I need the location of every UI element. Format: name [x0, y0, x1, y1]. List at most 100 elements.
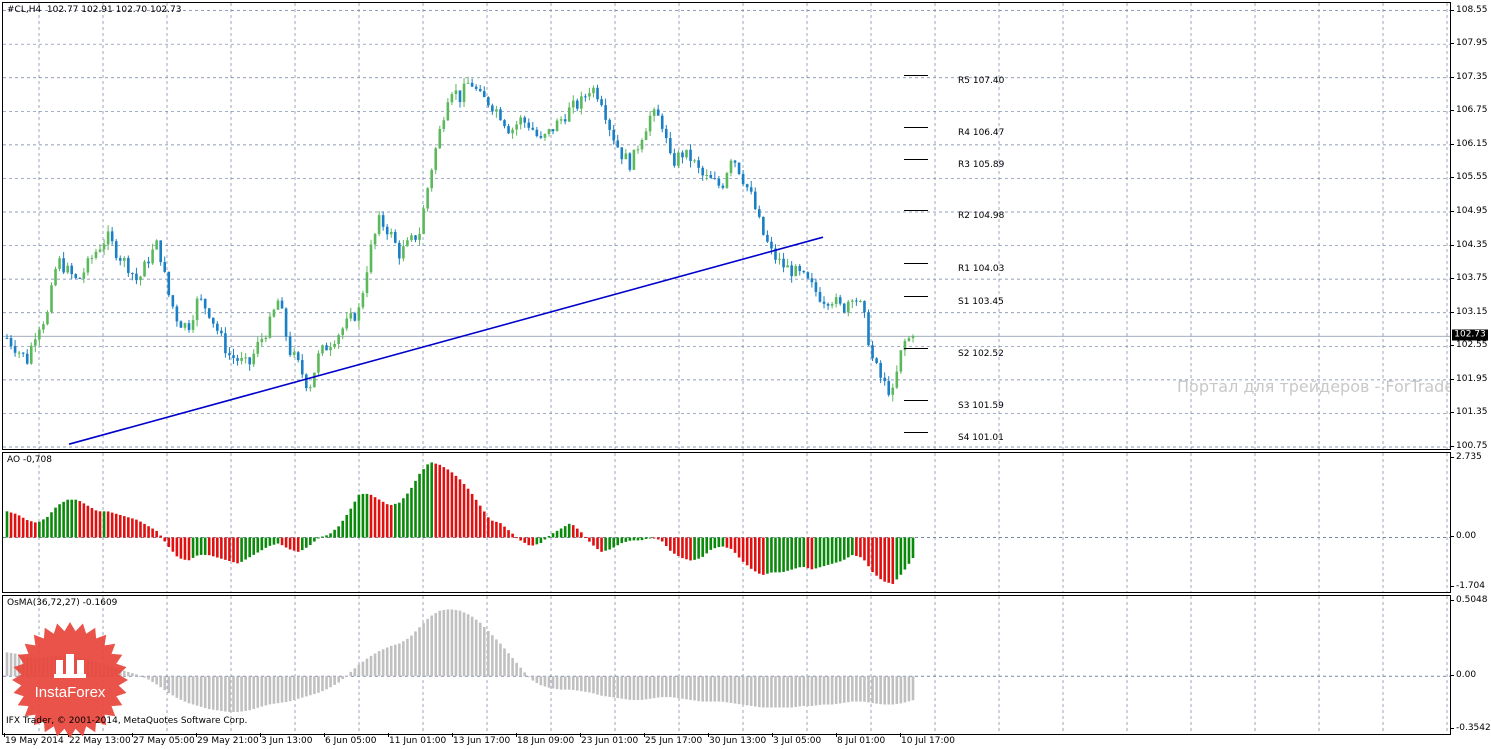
candle-body — [151, 249, 154, 264]
axis-tick — [1450, 536, 1454, 538]
candle-body — [329, 347, 332, 351]
pivot-line — [904, 347, 928, 349]
histogram-bar — [535, 537, 539, 545]
candle-body — [474, 86, 478, 89]
pivot-line — [904, 432, 928, 434]
pivot-line — [904, 263, 928, 265]
candle-body — [855, 300, 858, 302]
histogram-bar — [863, 537, 866, 561]
candle-body — [547, 129, 551, 134]
candle-body — [871, 345, 874, 359]
candle-body — [458, 90, 462, 102]
histogram-bar — [535, 676, 539, 683]
histogram-bar — [175, 676, 179, 698]
candle-body — [110, 231, 114, 242]
histogram-bar — [733, 537, 737, 553]
candle-body — [163, 262, 167, 272]
candle-body — [851, 300, 854, 302]
osma-indicator-panel[interactable]: OsMA(36,72,27) -0.1609 — [2, 595, 1451, 735]
candle-body — [487, 97, 490, 106]
histogram-bar — [685, 537, 688, 560]
histogram-bar — [762, 537, 765, 575]
histogram-bar — [260, 537, 264, 551]
histogram-bar — [446, 609, 450, 677]
axis-tick-label: 104.35 — [1456, 239, 1488, 250]
axis-tick — [1450, 177, 1454, 179]
candle-body — [284, 308, 288, 337]
histogram-bar — [834, 676, 838, 704]
axis-tick-label: -1.704 — [1456, 581, 1486, 591]
candle-body — [122, 257, 126, 261]
histogram-bar — [337, 526, 340, 538]
candle-body — [669, 138, 672, 154]
histogram-bar — [296, 676, 300, 699]
histogram-bar — [381, 649, 385, 677]
candle-body — [21, 352, 25, 354]
histogram-bar — [361, 493, 365, 538]
histogram-bar — [300, 537, 304, 551]
histogram-bar — [705, 537, 709, 554]
histogram-bar — [232, 676, 235, 712]
histogram-bar — [90, 508, 94, 538]
histogram-bar — [191, 537, 195, 558]
candle-body — [54, 268, 57, 286]
histogram-bar — [745, 676, 749, 706]
time-tick-label: 29 May 21:00 — [197, 736, 259, 746]
candle-body — [454, 90, 458, 95]
histogram-bar — [122, 516, 126, 538]
histogram-bar — [818, 676, 822, 705]
histogram-bar — [697, 676, 700, 702]
histogram-bar — [555, 530, 559, 538]
candle-body — [511, 129, 514, 134]
histogram-bar — [252, 676, 256, 709]
candle-body — [620, 147, 624, 160]
histogram-bar — [268, 537, 272, 546]
histogram-bar — [446, 469, 450, 538]
histogram-bar — [325, 676, 328, 690]
histogram-bar — [644, 537, 648, 539]
histogram-bar — [288, 537, 292, 550]
pivot-label: S3 101.59 — [958, 401, 1004, 411]
histogram-bar — [179, 676, 183, 700]
candle-body — [907, 338, 911, 341]
histogram-bar — [899, 537, 903, 575]
histogram-bar — [155, 676, 158, 685]
axis-tick — [1450, 600, 1454, 601]
histogram-bar — [685, 676, 688, 700]
candle-body — [713, 178, 717, 180]
candle-body — [292, 352, 296, 355]
histogram-bar — [575, 676, 579, 691]
axis-tick-label: 104.95 — [1456, 206, 1488, 216]
candle-body — [398, 242, 401, 259]
candle-body — [466, 82, 470, 84]
histogram-bar — [871, 676, 874, 704]
candle-body — [555, 120, 559, 132]
histogram-bar — [264, 676, 268, 706]
histogram-bar — [228, 537, 231, 562]
candle-body — [402, 246, 405, 259]
price-chart-panel[interactable]: #CL,H4 102.77 102.91 102.70 102.73 Порта… — [2, 2, 1451, 450]
histogram-bar — [770, 537, 773, 573]
time-tick-label: 13 Jun 17:00 — [453, 736, 511, 746]
histogram-bar — [385, 647, 389, 677]
candle-body — [571, 100, 575, 108]
histogram-bar — [697, 537, 700, 559]
histogram-bar — [276, 676, 280, 704]
histogram-bar — [782, 676, 785, 708]
candle-body — [13, 345, 17, 353]
candle-body — [899, 350, 903, 372]
histogram-bar — [418, 473, 421, 538]
axis-tick-label: 106.15 — [1456, 138, 1488, 149]
candle-body — [430, 169, 433, 189]
histogram-bar — [187, 676, 191, 704]
histogram-bar — [887, 537, 891, 583]
time-tick-label: 23 Jun 01:00 — [581, 736, 639, 746]
histogram-bar — [175, 537, 179, 557]
candle-body — [276, 300, 280, 310]
time-tick-label: 30 Jun 13:00 — [709, 736, 767, 746]
histogram-bar — [616, 537, 620, 546]
histogram-bar — [159, 676, 162, 688]
pivot-label: S4 101.01 — [958, 433, 1004, 444]
ao-indicator-panel[interactable]: AO -0,708 — [2, 452, 1451, 593]
histogram-bar — [911, 676, 915, 701]
